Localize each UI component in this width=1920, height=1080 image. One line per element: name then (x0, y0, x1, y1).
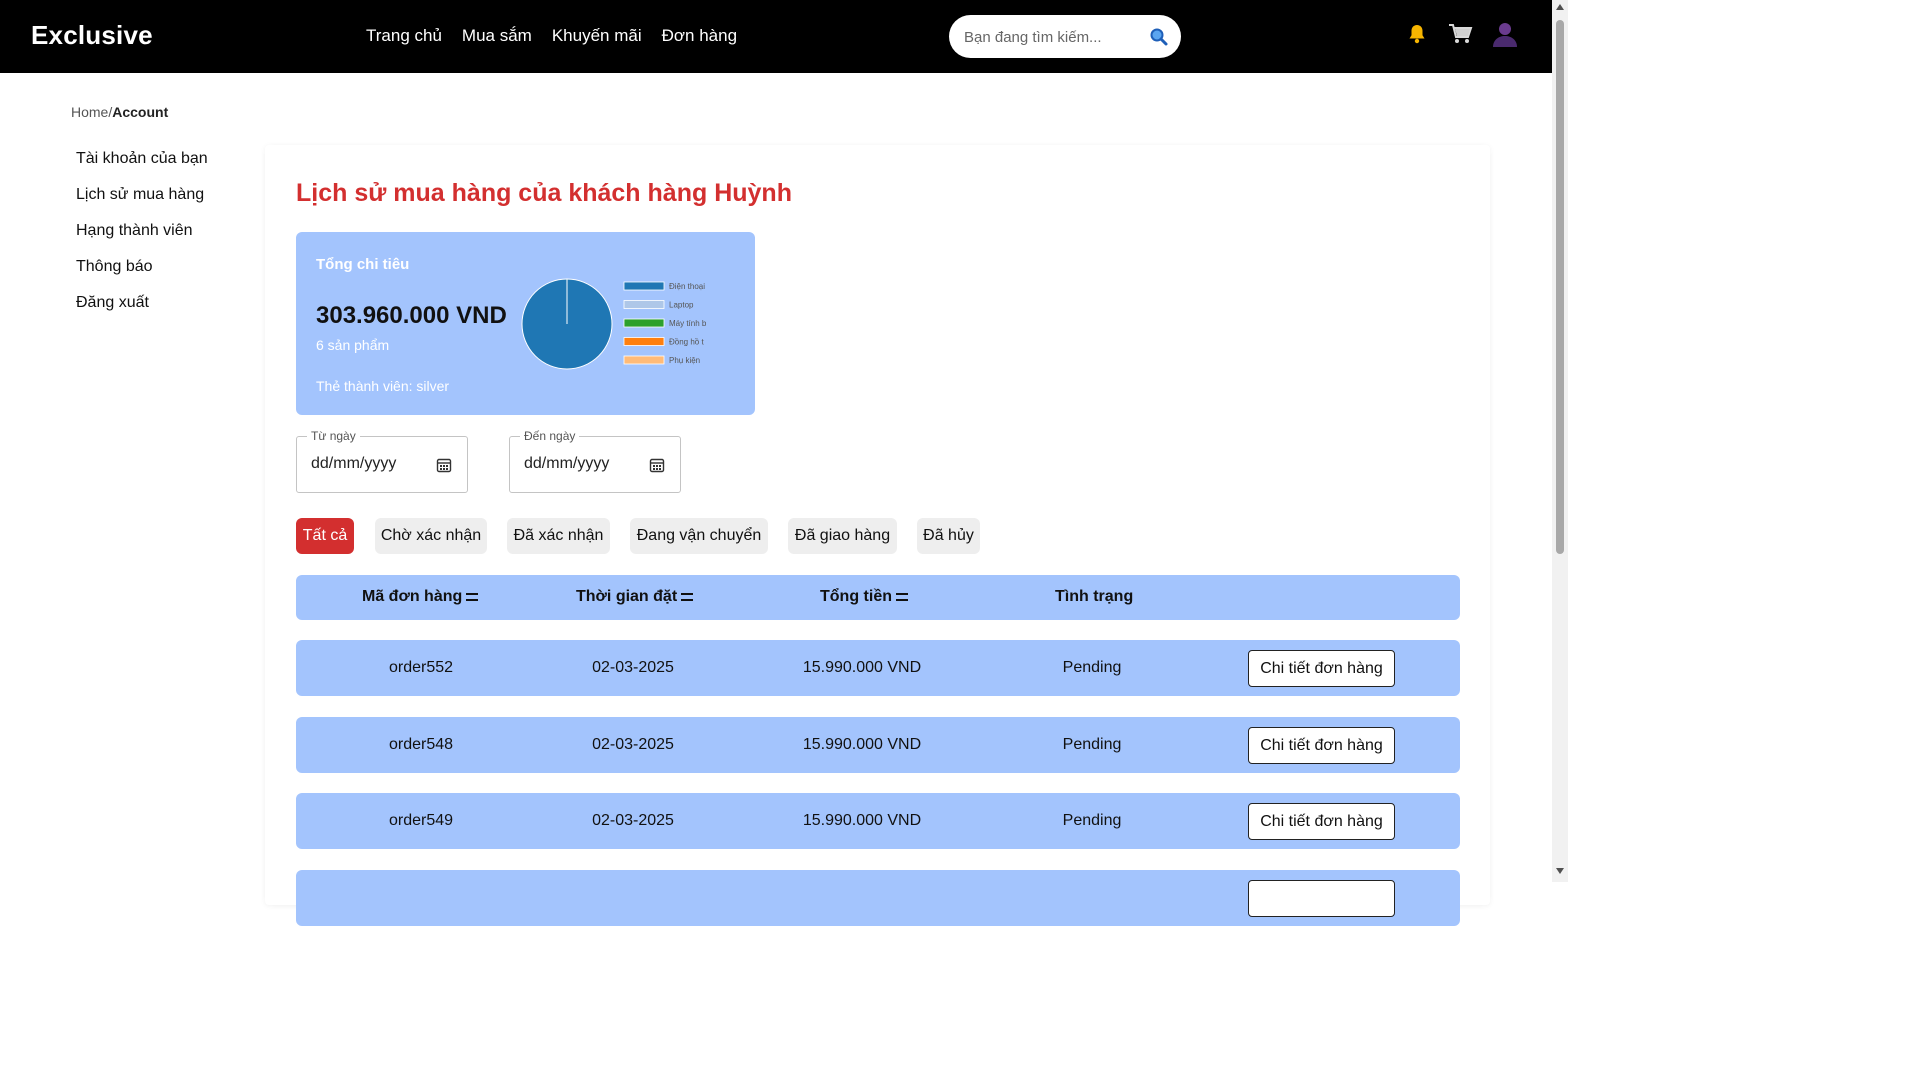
legend-swatch (623, 300, 665, 309)
nav-orders[interactable]: Đơn hàng (662, 26, 737, 46)
tab-confirmed[interactable]: Đã xác nhận (507, 518, 610, 554)
user-avatar-icon[interactable] (1492, 20, 1518, 53)
order-date: 02-03-2025 (592, 812, 674, 829)
sidebar-item-purchase-history[interactable]: Lịch sử mua hàng (76, 186, 208, 222)
tab-all[interactable]: Tất cả (296, 518, 354, 554)
header-order-date-label: Thời gian đặt (576, 588, 678, 605)
brand-logo[interactable]: Exclusive (31, 20, 153, 51)
cart-icon[interactable] (1447, 22, 1473, 51)
legend-swatch (623, 337, 665, 346)
order-status: Pending (1062, 736, 1122, 753)
order-detail-button[interactable] (1248, 880, 1395, 917)
legend-label: Laptop (669, 301, 694, 310)
breadcrumb-home[interactable]: Home/ (71, 104, 112, 120)
legend-label: Đồng hồ t (669, 338, 704, 347)
order-date: 02-03-2025 (592, 659, 674, 676)
legend-swatch (623, 281, 665, 291)
header-total-label: Tổng tiền (820, 588, 892, 605)
order-id: order552 (388, 659, 454, 676)
nav-shop[interactable]: Mua sắm (462, 26, 532, 46)
table-row: order552 02-03-2025 15.990.000 VND Pendi… (296, 640, 1460, 696)
order-id: order548 (388, 736, 454, 753)
tab-cancelled[interactable]: Đã hủy (917, 518, 980, 554)
header-order-date[interactable]: Thời gian đặt (576, 588, 694, 606)
to-date-value[interactable]: dd/mm/yyyy (524, 455, 609, 473)
summary-membership-tier: Thẻ thành viên: silver (316, 378, 450, 394)
sidebar-item-account[interactable]: Tài khoản của bạn (76, 150, 208, 186)
scrollbar-thumb[interactable] (1556, 20, 1564, 554)
tab-delivered[interactable]: Đã giao hàng (788, 518, 897, 554)
summary-label: Tổng chi tiêu (316, 256, 410, 273)
legend-swatch (623, 318, 665, 328)
top-navbar: Exclusive Trang chủ Mua sắm Khuyến mãi Đ… (0, 0, 1552, 73)
table-row (296, 870, 1460, 926)
order-status: Pending (1062, 659, 1122, 676)
main-nav: Trang chủ Mua sắm Khuyến mãi Đơn hàng (366, 26, 737, 46)
order-total: 15.990.000 VND (802, 812, 922, 829)
main-panel: Lịch sử mua hàng của khách hàng Huỳnh Tổ… (265, 145, 1490, 926)
calendar-icon[interactable] (649, 457, 665, 478)
search-box (949, 15, 1181, 58)
legend-label: Phụ kiện (669, 356, 700, 365)
to-date-field[interactable]: Đến ngày dd/mm/yyyy (509, 429, 681, 493)
account-sidebar: Tài khoản của bạn Lịch sử mua hàng Hạng … (76, 150, 208, 330)
sidebar-item-notifications[interactable]: Thông báo (76, 258, 208, 294)
tab-shipping[interactable]: Đang vận chuyển (630, 518, 768, 554)
sort-icon[interactable] (681, 592, 694, 601)
header-status-label: Tình trạng (1055, 588, 1134, 605)
scroll-down-icon[interactable] (1556, 868, 1564, 874)
header-order-id[interactable]: Mã đơn hàng (362, 588, 479, 606)
scroll-up-icon[interactable] (1556, 4, 1564, 10)
tab-pending-confirmation[interactable]: Chờ xác nhận (375, 518, 487, 554)
table-row: order548 02-03-2025 15.990.000 VND Pendi… (296, 717, 1460, 773)
header-order-id-label: Mã đơn hàng (362, 588, 463, 605)
header-status: Tình trạng (1055, 588, 1133, 606)
sort-icon[interactable] (466, 592, 479, 601)
order-total: 15.990.000 VND (802, 659, 922, 676)
legend-swatch (623, 355, 665, 365)
page-scrollbar[interactable] (1552, 0, 1568, 882)
order-status: Pending (1062, 812, 1122, 829)
spending-pie-chart: Điện thoại Laptop Máy tính b Đồng hồ t Phụ k… (521, 278, 707, 370)
header-total[interactable]: Tổng tiền (820, 588, 908, 606)
spending-summary-card: Tổng chi tiêu 303.960.000 VND 6 sản phẩm… (296, 232, 755, 415)
from-date-value[interactable]: dd/mm/yyyy (311, 455, 396, 473)
order-id: order549 (388, 812, 454, 829)
order-detail-button[interactable]: Chi tiết đơn hàng (1248, 727, 1395, 764)
order-total: 15.990.000 VND (802, 736, 922, 753)
legend-label: Máy tính b (669, 319, 707, 328)
page-title: Lịch sử mua hàng của khách hàng Huỳnh (296, 179, 792, 207)
search-icon[interactable] (1149, 27, 1169, 47)
calendar-icon[interactable] (436, 457, 452, 478)
breadcrumb-current: Account (112, 104, 169, 120)
summary-amount: 303.960.000 VND (316, 302, 507, 329)
legend-label: Điện thoại (669, 282, 705, 291)
from-date-field[interactable]: Từ ngày dd/mm/yyyy (296, 429, 468, 493)
sort-icon[interactable] (895, 592, 908, 601)
nav-home[interactable]: Trang chủ (366, 26, 442, 46)
to-date-label: Đến ngày (520, 429, 580, 443)
table-row: order549 02-03-2025 15.990.000 VND Pendi… (296, 793, 1460, 849)
nav-promotions[interactable]: Khuyến mãi (552, 26, 642, 46)
sidebar-item-logout[interactable]: Đăng xuất (76, 294, 208, 330)
bell-icon[interactable] (1405, 22, 1429, 51)
breadcrumb: Home/Account (71, 104, 168, 120)
order-detail-button[interactable]: Chi tiết đơn hàng (1248, 650, 1395, 687)
order-detail-button[interactable]: Chi tiết đơn hàng (1248, 803, 1395, 840)
sidebar-item-membership[interactable]: Hạng thành viên (76, 222, 208, 258)
search-input[interactable] (964, 26, 1144, 48)
orders-table-header: Mã đơn hàng Thời gian đặt Tổng tiền Tình… (296, 575, 1460, 620)
summary-product-count: 6 sản phẩm (316, 337, 390, 353)
from-date-label: Từ ngày (307, 429, 360, 443)
order-date: 02-03-2025 (592, 736, 674, 753)
